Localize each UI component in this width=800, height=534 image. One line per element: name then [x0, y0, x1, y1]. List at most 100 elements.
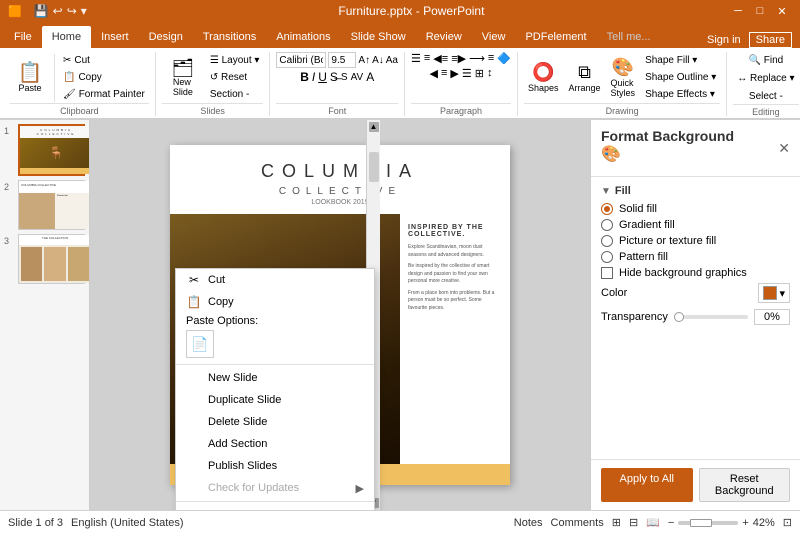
apply-to-all-btn[interactable]: Apply to All — [601, 468, 693, 502]
reset-btn[interactable]: ↺ Reset — [206, 70, 264, 86]
solid-fill-radio[interactable] — [601, 203, 613, 215]
zoom-out-btn[interactable]: − — [668, 517, 674, 529]
notes-btn[interactable]: Notes — [514, 517, 543, 529]
scroll-thumb[interactable] — [369, 152, 379, 182]
fill-section-header[interactable]: ▼ Fill — [601, 185, 790, 197]
new-slide-btn[interactable]: 🗂 NewSlide — [162, 54, 204, 102]
align-text-btn[interactable]: ≡ — [488, 52, 494, 65]
comments-btn[interactable]: Comments — [551, 517, 604, 529]
redo-qat-btn[interactable]: ↪ — [67, 4, 77, 18]
ctx-new-slide[interactable]: New Slide — [176, 367, 374, 389]
gradient-fill-radio[interactable] — [601, 219, 613, 231]
underline-btn[interactable]: U — [318, 70, 327, 84]
increase-indent-btn[interactable]: ≡▶ — [451, 52, 466, 65]
minimize-btn[interactable]: ─ — [728, 1, 748, 21]
shapes-btn[interactable]: ⭕ Shapes — [524, 54, 563, 102]
zoom-thumb[interactable] — [690, 519, 712, 527]
align-right-btn[interactable]: ▶ — [450, 67, 458, 80]
numbering-btn[interactable]: ≡ — [424, 52, 430, 65]
solid-fill-option[interactable]: Solid fill — [601, 203, 790, 215]
hide-bg-checkbox[interactable] — [601, 267, 613, 279]
align-left-btn[interactable]: ◀ — [430, 67, 438, 80]
shape-fill-btn[interactable]: Shape Fill ▾ — [641, 53, 720, 69]
save-qat-btn[interactable]: 💾 — [34, 4, 49, 18]
decrease-font-btn[interactable]: A↓ — [372, 55, 384, 66]
tab-animations[interactable]: Animations — [266, 26, 340, 48]
ctx-duplicate[interactable]: Duplicate Slide — [176, 389, 374, 411]
tab-design[interactable]: Design — [139, 26, 193, 48]
font-size-input[interactable] — [328, 52, 356, 68]
tab-transitions[interactable]: Transitions — [193, 26, 266, 48]
ctx-delete[interactable]: Delete Slide — [176, 411, 374, 433]
close-btn[interactable]: ✕ — [772, 1, 792, 21]
reset-background-btn[interactable]: Reset Background — [699, 468, 791, 502]
bullets-btn[interactable]: ☰ — [411, 52, 421, 65]
shadow-btn[interactable]: S — [341, 72, 348, 83]
char-spacing-btn[interactable]: AV — [351, 72, 364, 83]
font-color-btn[interactable]: A — [366, 70, 374, 84]
color-picker-btn[interactable]: ▾ — [758, 283, 790, 303]
transparency-slider[interactable] — [674, 315, 748, 319]
italic-btn[interactable]: I — [312, 70, 315, 84]
zoom-in-btn[interactable]: + — [742, 517, 748, 529]
slide-2-thumb[interactable]: COLUMBIA COLLECTIVE Product Info — [18, 180, 85, 230]
ctx-copy[interactable]: 📋 Copy — [176, 291, 374, 313]
smartart-btn[interactable]: 🔷 — [497, 52, 511, 65]
tab-review[interactable]: Review — [416, 26, 472, 48]
fit-to-window-btn[interactable]: ⊡ — [783, 516, 792, 529]
scroll-up-btn[interactable]: ▲ — [369, 122, 379, 132]
undo-qat-btn[interactable]: ↩ — [53, 4, 63, 18]
find-btn[interactable]: 🔍 Find — [745, 52, 788, 68]
slide-3-thumb[interactable]: THE COLLECTION — [18, 234, 85, 284]
picture-fill-option[interactable]: Picture or texture fill — [601, 235, 790, 247]
slider-thumb[interactable] — [674, 312, 684, 322]
view-slide-sorter-btn[interactable]: ⊟ — [629, 516, 638, 529]
gradient-fill-option[interactable]: Gradient fill — [601, 219, 790, 231]
ctx-publish[interactable]: Publish Slides — [176, 455, 374, 477]
picture-fill-radio[interactable] — [601, 235, 613, 247]
tab-insert[interactable]: Insert — [91, 26, 139, 48]
transparency-value-input[interactable] — [754, 309, 790, 325]
format-painter-btn[interactable]: 🖌Format Painter — [59, 87, 149, 103]
cut-btn[interactable]: ✂Cut — [59, 53, 149, 69]
maximize-btn[interactable]: □ — [750, 1, 770, 21]
copy-btn[interactable]: 📋Copy — [59, 70, 149, 86]
text-direction-btn[interactable]: ⟶ — [469, 52, 485, 65]
tab-view[interactable]: View — [472, 26, 516, 48]
justify-btn[interactable]: ☰ — [462, 67, 472, 80]
ctx-add-section[interactable]: Add Section — [176, 433, 374, 455]
layout-btn[interactable]: ☰ Layout ▾ — [206, 53, 264, 69]
increase-font-btn[interactable]: A↑ — [358, 55, 370, 66]
tab-file[interactable]: File — [4, 26, 42, 48]
quick-styles-btn[interactable]: 🎨 QuickStyles — [607, 54, 640, 102]
tab-slideshow[interactable]: Slide Show — [341, 26, 416, 48]
paste-btn[interactable]: 📋 Paste — [10, 54, 50, 102]
customize-qat-btn[interactable]: ▾ — [81, 4, 87, 18]
col-btn[interactable]: ⊞ — [475, 67, 484, 80]
arrange-btn[interactable]: ⧉ Arrange — [565, 54, 605, 102]
share-btn[interactable]: Share — [749, 32, 792, 48]
strikethrough-btn[interactable]: S̶ — [330, 70, 338, 84]
sign-in-btn[interactable]: Sign in — [707, 34, 741, 46]
view-reading-btn[interactable]: 📖 — [646, 516, 660, 529]
paste-option-1[interactable]: 📄 — [186, 330, 214, 358]
font-name-input[interactable] — [276, 52, 326, 68]
slide-1-thumb[interactable]: COLUMBIACOLLECTIVE 🪑 — [18, 124, 85, 176]
ctx-cut[interactable]: ✂ Cut — [176, 269, 374, 291]
replace-btn[interactable]: ↔ Replace ▾ — [733, 70, 798, 86]
tab-tell-me[interactable]: Tell me... — [597, 26, 661, 48]
pattern-fill-option[interactable]: Pattern fill — [601, 251, 790, 263]
pattern-fill-radio[interactable] — [601, 251, 613, 263]
clear-format-btn[interactable]: Aa — [386, 55, 398, 66]
view-normal-btn[interactable]: ⊞ — [612, 516, 621, 529]
hide-bg-option[interactable]: Hide background graphics — [601, 267, 790, 279]
zoom-track[interactable] — [678, 521, 738, 525]
slide-panel[interactable]: 1 COLUMBIACOLLECTIVE 🪑 2 COLUMBIA COLLEC… — [0, 120, 90, 510]
select-btn[interactable]: Select - — [745, 88, 787, 104]
format-panel-close-btn[interactable]: ✕ — [778, 140, 790, 157]
decrease-indent-btn[interactable]: ◀≡ — [433, 52, 448, 65]
line-spacing-btn[interactable]: ↕ — [487, 67, 493, 80]
section-btn[interactable]: Section - — [206, 87, 264, 103]
shape-effects-btn[interactable]: Shape Effects ▾ — [641, 87, 720, 103]
align-center-btn[interactable]: ≡ — [441, 67, 447, 80]
